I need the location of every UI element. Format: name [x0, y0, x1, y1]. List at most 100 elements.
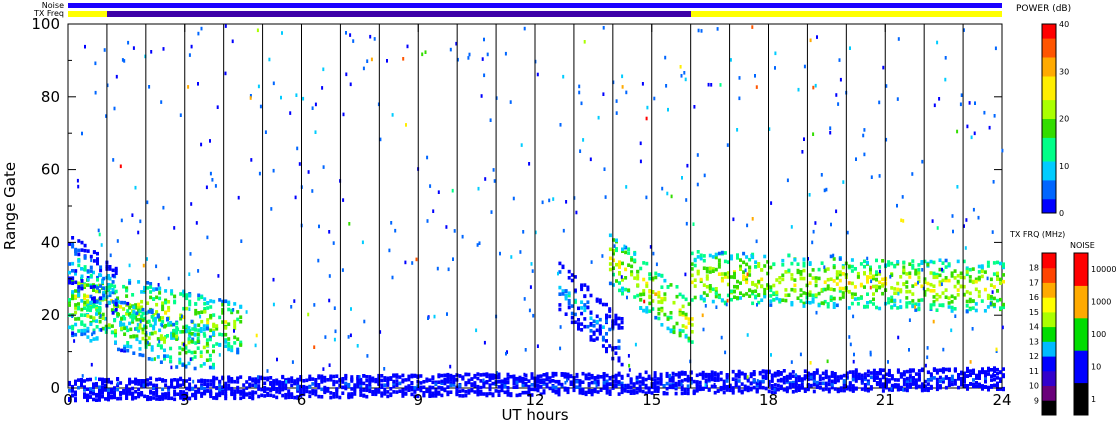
- heat-cell: [639, 292, 643, 297]
- heat-cell: [146, 395, 150, 399]
- heat-cell: [239, 343, 243, 347]
- heat-cell: [869, 275, 872, 279]
- power-colorbar-swatch: [1042, 24, 1056, 30]
- heat-cell: [421, 52, 424, 57]
- heat-cell: [708, 270, 712, 274]
- heat-cell: [636, 293, 640, 298]
- heat-cell: [188, 377, 192, 381]
- heat-cell: [132, 315, 136, 320]
- heat-cell: [595, 336, 599, 341]
- heat-cell: [111, 288, 115, 292]
- heat-cell: [407, 388, 411, 392]
- heat-cell: [957, 385, 960, 390]
- heat-cell: [959, 102, 962, 107]
- heat-cell: [598, 298, 602, 302]
- heat-cell: [639, 266, 643, 271]
- heat-cell: [977, 215, 980, 220]
- heat-cell: [719, 377, 723, 382]
- heat-cell: [719, 387, 723, 392]
- heat-cell: [863, 285, 866, 289]
- heat-cell: [362, 66, 365, 71]
- heat-cell: [730, 256, 733, 261]
- heat-cell: [1002, 374, 1005, 379]
- heat-cell: [866, 256, 869, 261]
- heat-cell: [699, 277, 703, 282]
- heat-cell: [944, 276, 948, 280]
- heat-cell: [86, 397, 89, 402]
- heat-cell: [938, 273, 942, 278]
- heat-cell: [190, 339, 194, 344]
- heat-cell: [801, 150, 804, 154]
- heat-cell: [352, 39, 355, 43]
- heat-cell: [162, 205, 165, 210]
- heat-cell: [957, 376, 960, 380]
- heat-cell: [212, 384, 216, 389]
- heat-cell: [178, 360, 182, 365]
- heat-cell: [786, 178, 789, 183]
- heat-cell: [732, 217, 735, 222]
- heat-cell: [832, 301, 836, 306]
- heat-cell: [227, 341, 231, 346]
- heat-cell: [896, 368, 900, 372]
- heat-cell: [111, 300, 115, 304]
- heat-cell: [633, 276, 637, 280]
- heat-cell: [233, 319, 237, 324]
- heat-cell: [122, 307, 126, 311]
- heat-cell: [602, 92, 605, 96]
- x-tick-label: 0: [63, 391, 73, 409]
- heat-cell: [548, 198, 551, 203]
- heat-cell: [866, 301, 869, 305]
- heat-cell: [257, 394, 261, 399]
- heat-cell: [959, 275, 963, 280]
- heat-cell: [77, 285, 81, 289]
- heat-cell: [131, 213, 134, 217]
- heat-cell: [950, 274, 954, 278]
- heat-cell: [190, 350, 194, 355]
- heat-cell: [638, 384, 642, 388]
- heat-cell: [298, 162, 301, 166]
- heat-cell: [202, 324, 206, 328]
- heat-cell: [608, 389, 612, 393]
- heat-cell: [881, 385, 885, 389]
- heat-cell: [641, 82, 644, 86]
- heat-cell: [478, 241, 481, 245]
- heat-cell: [332, 392, 336, 396]
- heat-cell: [847, 264, 851, 269]
- heat-cell: [818, 377, 822, 381]
- heat-cell: [89, 315, 93, 319]
- heat-cell: [314, 383, 318, 387]
- heat-cell: [395, 379, 399, 383]
- heat-cell: [826, 359, 829, 364]
- heat-cell: [197, 323, 201, 327]
- heat-cell: [921, 159, 924, 164]
- heat-cell: [209, 315, 213, 319]
- heat-cell: [896, 97, 899, 101]
- heat-cell: [875, 270, 878, 274]
- heat-cell: [936, 226, 939, 230]
- heat-cell: [672, 325, 676, 329]
- heat-cell: [605, 379, 609, 384]
- heat-cell: [260, 387, 264, 392]
- heat-cell: [755, 239, 758, 244]
- heat-cell: [348, 222, 351, 226]
- heat-cell: [227, 307, 231, 312]
- heat-cell: [920, 298, 924, 302]
- heat-cell: [314, 392, 318, 397]
- heat-cell: [345, 31, 347, 35]
- heat-cell: [146, 340, 149, 345]
- heat-cell: [969, 369, 972, 373]
- heat-cell: [467, 380, 471, 385]
- power-colorbar-swatch: [1042, 128, 1056, 134]
- heat-cell: [595, 320, 599, 324]
- heat-cell: [942, 347, 945, 352]
- heat-cell: [776, 378, 780, 383]
- heat-cell: [90, 258, 93, 263]
- heat-cell: [713, 382, 716, 387]
- heat-cell: [749, 372, 753, 376]
- heat-cell: [173, 392, 177, 397]
- heat-cell: [881, 368, 885, 372]
- heat-cell: [814, 279, 818, 284]
- heat-cell: [224, 71, 227, 76]
- heat-cell: [77, 306, 80, 311]
- heat-cell: [163, 340, 166, 344]
